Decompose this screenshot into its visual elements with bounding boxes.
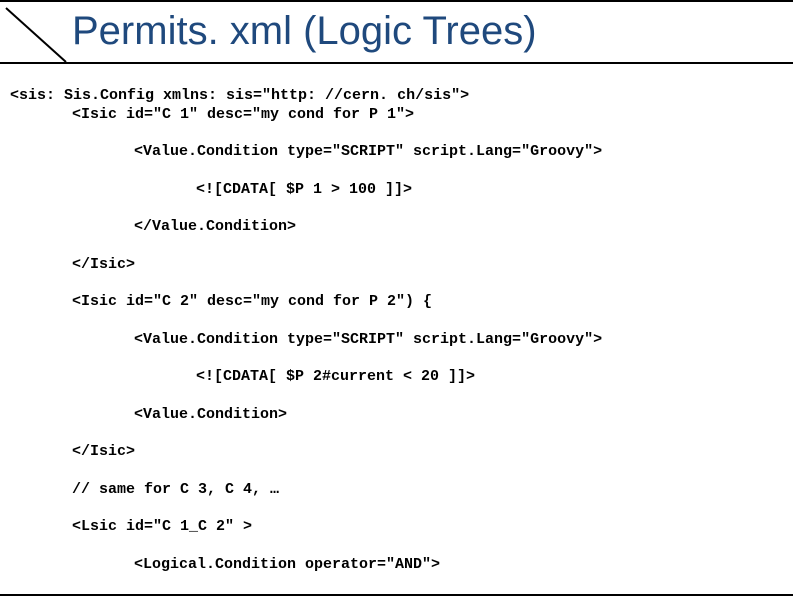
code-line: <![CDATA[ $P 2#current < 20 ]]> xyxy=(10,368,785,387)
code-line: </Value.Condition> xyxy=(10,218,785,237)
code-line: </Isic> xyxy=(10,443,785,462)
slide: Permits. xml (Logic Trees) <sis: Sis.Con… xyxy=(0,0,793,596)
code-line: <sis: Sis.Config xmlns: sis="http: //cer… xyxy=(10,87,469,104)
title-bar: Permits. xml (Logic Trees) xyxy=(0,2,793,64)
code-block: <sis: Sis.Config xmlns: sis="http: //cer… xyxy=(0,64,793,596)
code-line: <Value.Condition type="SCRIPT" script.La… xyxy=(10,331,785,350)
code-line: <Lsic id="C 1_C 2" > xyxy=(10,518,785,537)
title-accent-icon xyxy=(0,8,72,62)
code-line: <Value.Condition type="SCRIPT" script.La… xyxy=(10,143,785,162)
code-line: <Isic id="C 1" desc="my cond for P 1"> xyxy=(10,106,785,125)
code-line: // same for C 3, C 4, … xyxy=(10,481,785,500)
code-line: <![CDATA[ $P 1 > 100 ]]> xyxy=(10,181,785,200)
code-line: <Logical.Condition operator="AND"> xyxy=(10,556,785,575)
code-line: <Value.Condition> xyxy=(10,406,785,425)
code-line: <Isic id="C 2" desc="my cond for P 2") { xyxy=(10,293,785,312)
code-line: </Isic> xyxy=(10,256,785,275)
slide-title: Permits. xml (Logic Trees) xyxy=(72,8,537,52)
